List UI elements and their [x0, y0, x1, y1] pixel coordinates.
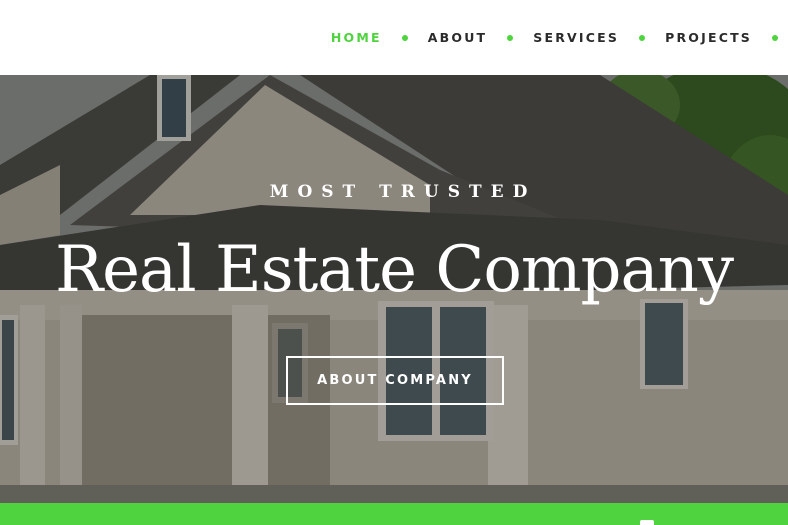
nav-separator-dot	[639, 34, 646, 41]
bottom-bar-marker	[640, 520, 654, 525]
nav-item-services[interactable]: SERVICES	[533, 30, 619, 45]
site-header: HOME ABOUT SERVICES PROJECTS	[0, 0, 788, 75]
nav-separator-dot	[772, 34, 778, 41]
hero-eyebrow: MOST TRUSTED	[269, 182, 537, 202]
bottom-accent-bar	[0, 503, 788, 525]
hero-headline: Real Estate Company	[54, 233, 734, 307]
nav-separator-dot	[401, 34, 408, 41]
nav-item-about[interactable]: ABOUT	[428, 30, 488, 45]
about-company-button[interactable]: ABOUT COMPANY	[286, 356, 504, 405]
hero-section: MOST TRUSTED Real Estate Company ABOUT C…	[0, 75, 788, 503]
nav-item-projects[interactable]: PROJECTS	[665, 30, 752, 45]
nav-item-home[interactable]: HOME	[331, 30, 382, 45]
nav-separator-dot	[507, 34, 514, 41]
main-nav: HOME ABOUT SERVICES PROJECTS	[331, 0, 788, 75]
